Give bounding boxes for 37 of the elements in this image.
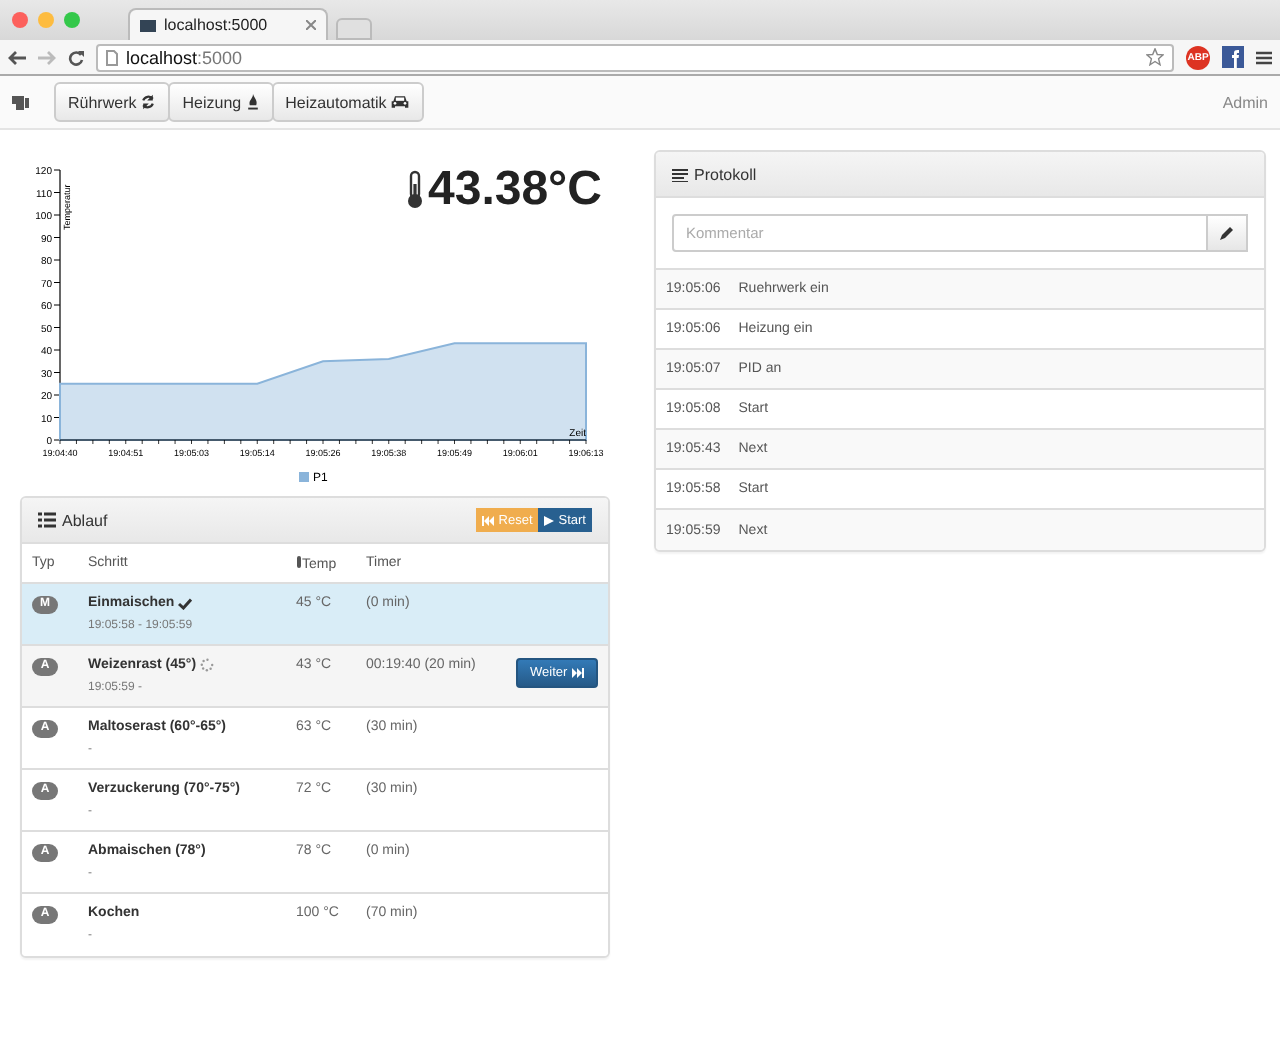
spinner-icon: [200, 658, 215, 672]
reload-icon[interactable]: [68, 49, 84, 65]
close-light[interactable]: [12, 12, 28, 28]
url-host: localhost: [126, 47, 198, 67]
address-field[interactable]: localhost:5000: [96, 43, 1174, 71]
tab-title: localhost:5000: [164, 16, 268, 34]
menu-icon[interactable]: [1256, 49, 1272, 65]
toolbar-button[interactable]: Heizautomatik: [271, 82, 425, 122]
toolbar-button[interactable]: Heizung: [168, 82, 274, 122]
fast-forward-icon: [571, 668, 584, 678]
thermometer-icon: [406, 170, 424, 210]
close-icon[interactable]: [306, 20, 316, 30]
edit-button[interactable]: [1208, 214, 1248, 252]
panel-title: Ablauf: [62, 511, 108, 529]
terminal-icon: [140, 19, 156, 31]
temperature-reading: 43.38°C: [428, 162, 602, 218]
list-icon: [38, 512, 56, 528]
url-port: :5000: [197, 47, 243, 67]
rewind-icon: [482, 515, 495, 525]
play-icon: [544, 515, 555, 525]
flame-icon: [245, 94, 260, 110]
thermometer-icon: [296, 555, 302, 567]
back-icon[interactable]: [8, 49, 26, 65]
panel-title: Protokoll: [694, 165, 757, 183]
browser-tab[interactable]: localhost:5000: [128, 8, 328, 40]
pencil-icon: [1220, 226, 1234, 240]
car-icon: [390, 94, 411, 110]
forward-icon[interactable]: [38, 49, 56, 65]
facebook-icon[interactable]: [1222, 46, 1244, 68]
refresh-icon: [140, 94, 157, 110]
user-name[interactable]: Admin: [1222, 93, 1268, 111]
check-icon: [178, 597, 193, 609]
page-icon: [106, 49, 118, 65]
list-icon: [672, 167, 688, 181]
star-icon[interactable]: [1146, 48, 1164, 66]
brand-icon[interactable]: [12, 93, 30, 111]
toolbar-button[interactable]: Rührwerk: [54, 82, 171, 122]
